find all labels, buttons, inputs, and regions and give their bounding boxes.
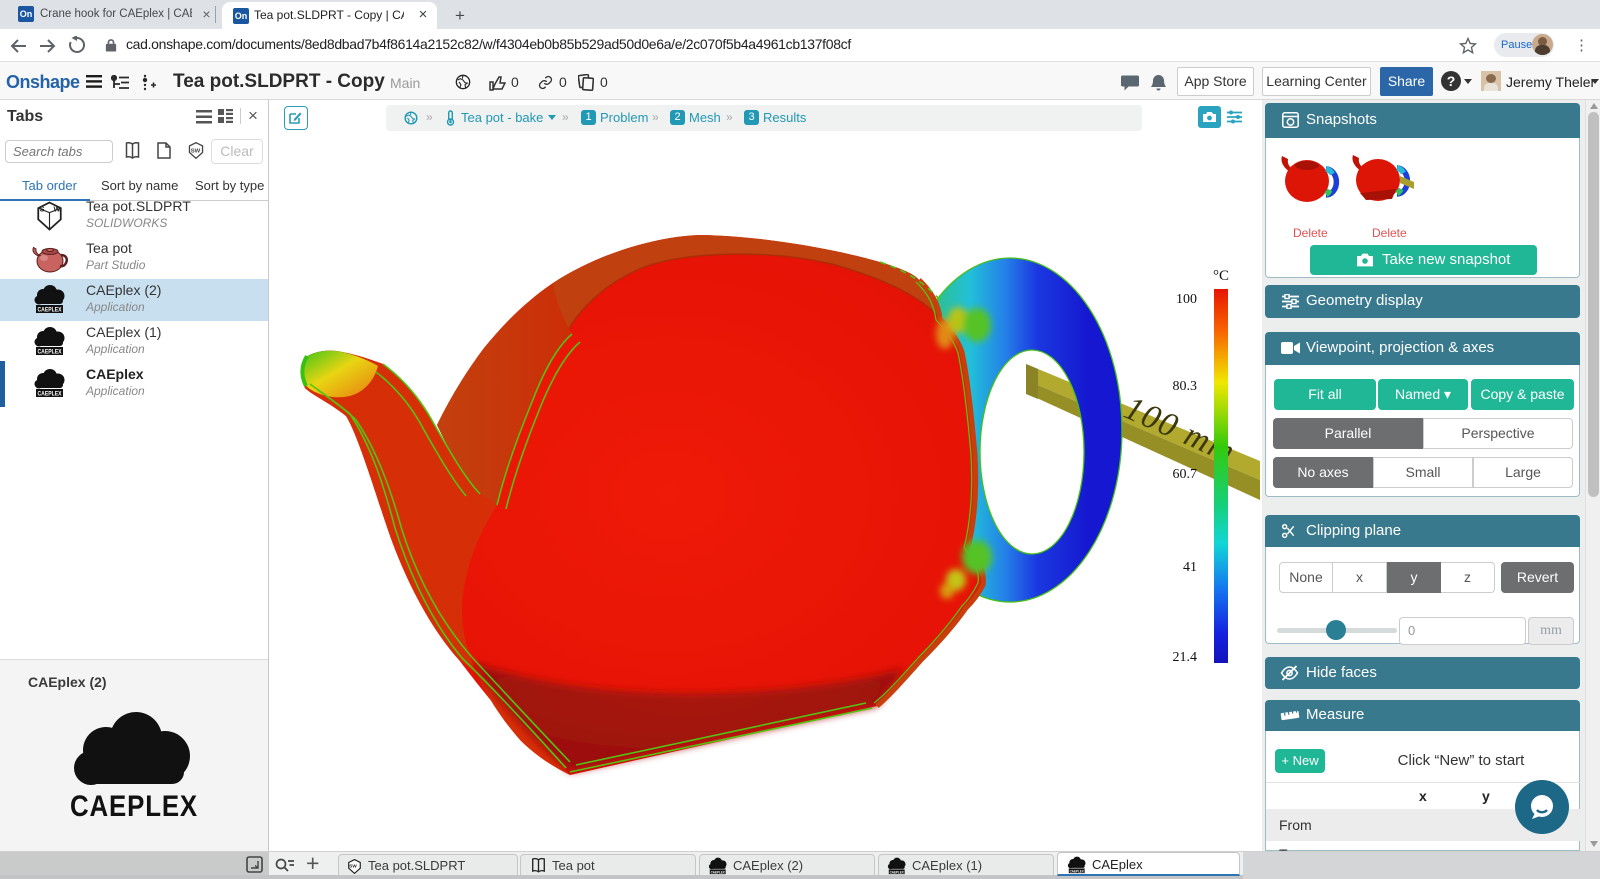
svg-text:CAEPLEX: CAEPLEX	[711, 870, 726, 874]
svg-text:CAEPLEX: CAEPLEX	[70, 790, 198, 823]
svg-text:CAEPLEX: CAEPLEX	[890, 870, 905, 874]
svg-text:SW: SW	[191, 148, 201, 154]
svg-text:SW: SW	[349, 864, 357, 869]
svg-text:80.3: 80.3	[1173, 379, 1198, 394]
svg-text:°C: °C	[1213, 268, 1229, 284]
svg-text:CAEPLEX: CAEPLEX	[38, 308, 62, 314]
svg-text:41: 41	[1183, 560, 1197, 575]
svg-text:21.4: 21.4	[1173, 650, 1198, 665]
svg-text:CAEPLEX: CAEPLEX	[1070, 869, 1085, 873]
svg-text:60.7: 60.7	[1173, 467, 1198, 482]
svg-text:W: W	[53, 205, 60, 214]
svg-text:CAEPLEX: CAEPLEX	[38, 392, 62, 398]
svg-text:S: S	[40, 205, 45, 214]
svg-text:100: 100	[1176, 292, 1197, 307]
svg-text:CAEPLEX: CAEPLEX	[38, 350, 62, 356]
